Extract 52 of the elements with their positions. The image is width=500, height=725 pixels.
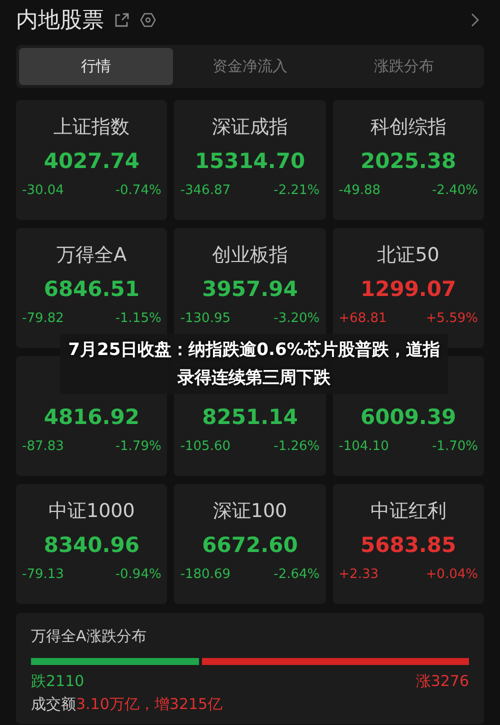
index-change: -346.87 — [180, 183, 231, 198]
distribution-title: 万得全A涨跌分布 — [31, 627, 148, 646]
index-value: 6846.51 — [44, 277, 140, 301]
index-change: -30.04 — [22, 183, 64, 198]
index-value: 8251.14 — [202, 405, 298, 429]
index-percent: -0.94% — [115, 567, 162, 582]
index-value: 6009.39 — [360, 405, 456, 429]
index-change: -180.69 — [180, 567, 231, 582]
index-name: 中证1000 — [48, 500, 135, 522]
turnover-value: 3.10万亿，增3215亿 — [76, 695, 223, 713]
index-value: 2025.38 — [360, 149, 456, 173]
index-percent: -1.26% — [274, 439, 320, 454]
index-value: 15314.70 — [194, 149, 306, 173]
index-value: 6672.60 — [202, 533, 298, 557]
page-title: 内地股票 — [16, 7, 104, 35]
index-name: 北证50 — [377, 244, 440, 266]
index-percent: -3.20% — [274, 311, 320, 326]
index-change: -104.10 — [338, 439, 389, 454]
index-percent: +5.59% — [426, 311, 478, 326]
turnover-label: 成交额 — [31, 695, 76, 713]
index-value: 4027.74 — [44, 149, 140, 173]
index-change: -79.82 — [22, 311, 64, 326]
index-change: -105.60 — [180, 439, 231, 454]
index-name: 创业板指 — [212, 244, 288, 266]
index-value: 8340.96 — [44, 533, 140, 557]
index-percent: -1.70% — [432, 439, 478, 454]
index-percent: -2.64% — [274, 567, 320, 582]
index-change: -87.83 — [22, 439, 64, 454]
index-percent: -1.15% — [115, 311, 162, 326]
index-name: 深证100 — [212, 500, 288, 522]
fall-count: 跌2110 — [31, 672, 84, 691]
index-percent: -0.74% — [115, 183, 162, 198]
index-change: -79.13 — [22, 567, 64, 582]
index-percent: +0.04% — [426, 567, 478, 582]
index-name: 深证成指 — [212, 116, 288, 138]
index-change: -49.88 — [338, 183, 381, 198]
index-percent: -1.79% — [115, 439, 162, 454]
index-name: 万得全A — [56, 244, 127, 266]
rise-count: 涨3276 — [416, 672, 469, 691]
index-value: 4816.92 — [44, 405, 140, 429]
index-name: 科创综指 — [370, 116, 446, 138]
index-change: -130.95 — [180, 311, 231, 326]
index-change: +2.33 — [338, 567, 378, 582]
index-percent: -2.21% — [274, 183, 320, 198]
index-change: +68.81 — [338, 311, 387, 326]
index-value: 5683.85 — [360, 533, 456, 557]
index-name: 中证红利 — [370, 500, 446, 522]
index-percent: -2.40% — [432, 183, 478, 198]
index-name: 上证指数 — [54, 116, 130, 138]
index-value: 3957.94 — [202, 277, 298, 301]
index-value: 1299.07 — [360, 277, 456, 301]
headline-toast: 7月25日收盘：纳指跌逾0.6%芯片股普跌，道指录得连续第三周下跌 — [60, 334, 448, 394]
